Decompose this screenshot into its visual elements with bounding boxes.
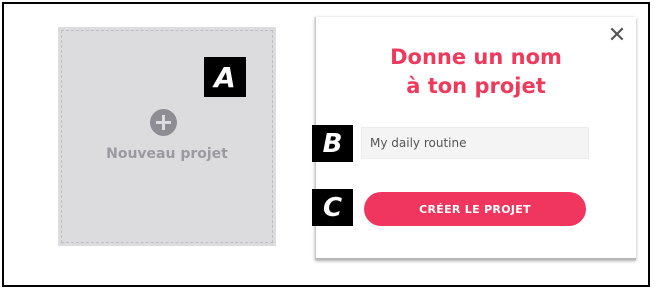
project-name-input[interactable] (361, 127, 589, 159)
plus-circle-icon (150, 109, 177, 136)
dialog-title-line1: Donne un nom (390, 45, 562, 69)
marker-b: B (312, 125, 353, 162)
dialog-title: Donne un nom à ton projet (316, 43, 636, 101)
name-project-dialog: ✕ Donne un nom à ton projet CRÉER LE PRO… (315, 17, 636, 260)
marker-a: A (204, 57, 246, 97)
new-project-label: Nouveau projet (106, 146, 228, 162)
marker-c: C (312, 189, 353, 226)
dialog-title-line2: à ton projet (406, 74, 546, 98)
create-project-button[interactable]: CRÉER LE PROJET (364, 192, 586, 226)
